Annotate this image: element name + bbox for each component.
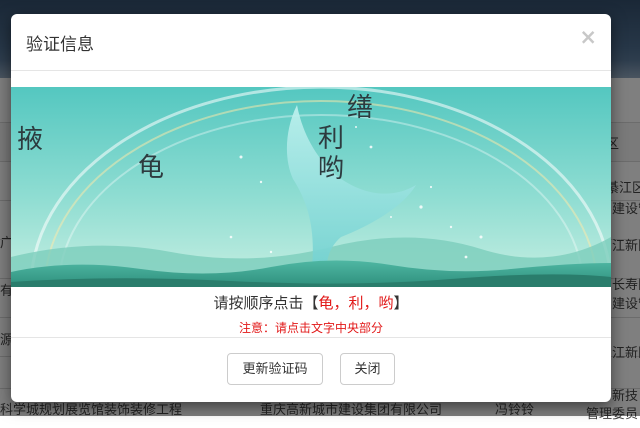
captcha-image[interactable]: 掖 龟 缮 利 哟 — [11, 87, 611, 287]
captcha-char[interactable]: 哟 — [318, 148, 344, 185]
verification-dialog: 验证信息 × 掖 龟 缮 利 哟 请按顺序点击【龟，利，哟】 注意：请点击文字中… — [11, 14, 611, 402]
captcha-instruction: 请按顺序点击【龟，利，哟】 — [11, 292, 611, 313]
dialog-title: 验证信息 — [26, 35, 94, 55]
captcha-note: 注意：请点击文字中央部分 — [238, 321, 383, 335]
instruction-sequence: 龟，利，哟 — [318, 294, 394, 312]
captcha-char[interactable]: 掖 — [17, 119, 43, 156]
dialog-header: 验证信息 × — [11, 14, 611, 71]
captcha-background — [11, 87, 611, 287]
instruction-bracket-open: 【 — [303, 294, 319, 312]
instruction-text: 请按顺序点击 — [213, 294, 304, 312]
close-button[interactable]: 关闭 — [340, 353, 395, 385]
captcha-char[interactable]: 龟 — [138, 147, 164, 184]
refresh-captcha-button[interactable]: 更新验证码 — [227, 353, 323, 385]
captcha-char[interactable]: 缮 — [347, 87, 373, 124]
instruction-bracket-close: 】 — [393, 294, 409, 312]
close-icon[interactable]: × — [579, 27, 597, 48]
dialog-footer: 更新验证码 关闭 — [11, 337, 611, 402]
